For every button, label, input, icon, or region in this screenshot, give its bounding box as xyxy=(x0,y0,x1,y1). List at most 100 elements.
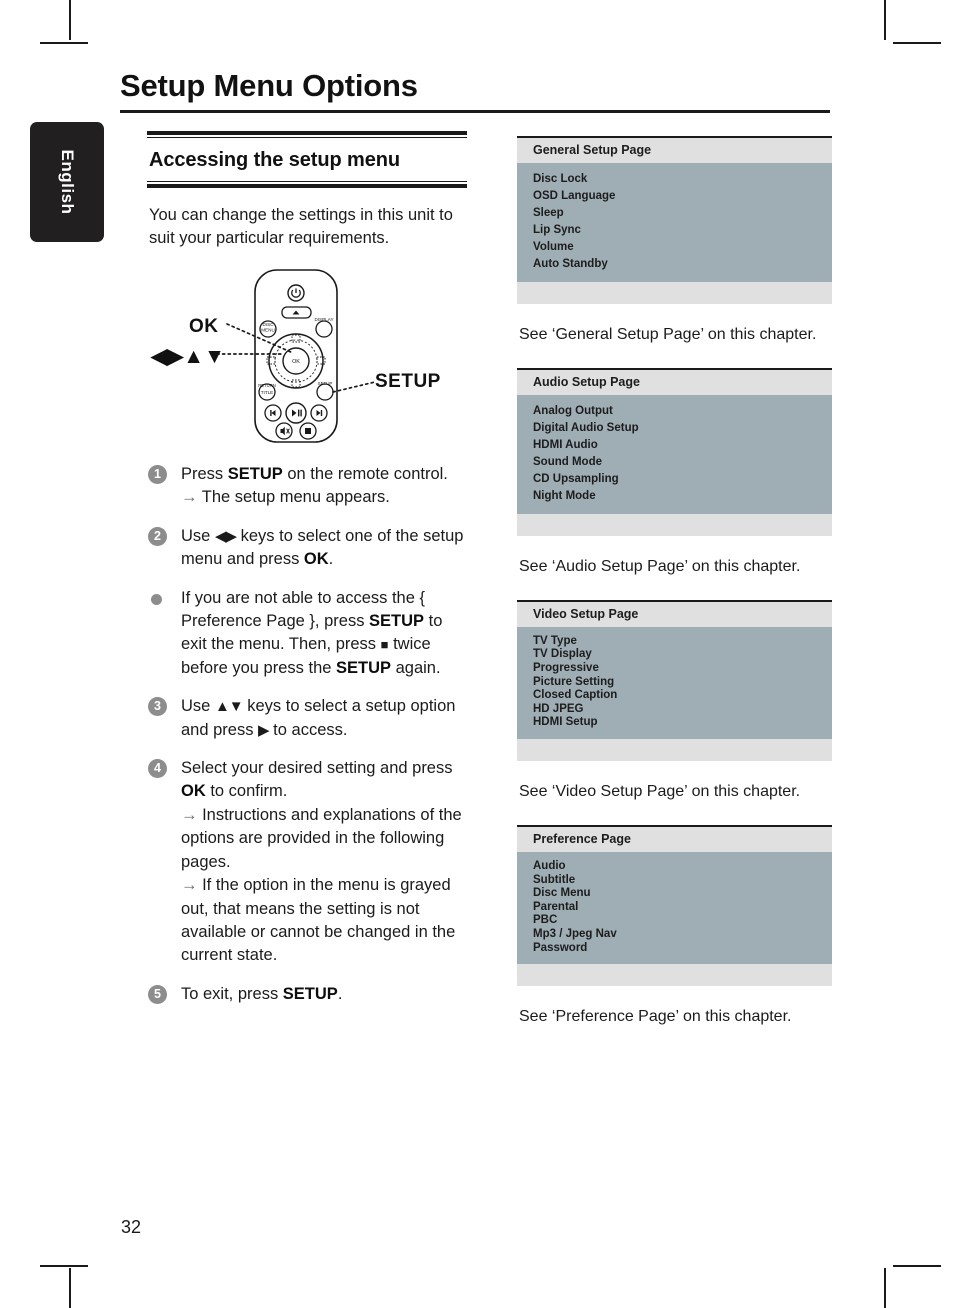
page-number: 32 xyxy=(121,1217,142,1237)
callout-setup: SETUP xyxy=(375,370,441,392)
osd-panel-caption: See ‘Video Setup Page’ on this chapter. xyxy=(519,783,801,801)
osd-menu-item[interactable]: HDMI Setup xyxy=(533,716,832,730)
instruction-steps: 1 Press SETUP on the remote control. → The… xyxy=(147,463,467,1006)
osd-menu-item[interactable]: Picture Setting xyxy=(533,675,832,689)
svg-text:MENU: MENU xyxy=(261,327,275,332)
osd-menu-item[interactable]: Disc Lock xyxy=(533,170,832,187)
osd-panel-title: Audio Setup Page xyxy=(517,370,832,395)
osd-menu-item[interactable]: TV Type xyxy=(533,634,832,648)
crop-mark-bottom-right-horizontal xyxy=(893,1265,941,1267)
osd-menu-item[interactable]: Sleep xyxy=(533,204,832,221)
osd-panel-title: General Setup Page xyxy=(517,138,832,163)
callout-navigation: ◀▶▲▼ xyxy=(151,344,225,368)
osd-menu-item[interactable]: Password xyxy=(533,941,832,955)
osd-menu-item[interactable]: Digital Audio Setup xyxy=(533,419,832,436)
osd-menu-item[interactable]: Closed Caption xyxy=(533,688,832,702)
step-number-marker: 1 xyxy=(148,464,167,484)
section-heading-rule-top-thick xyxy=(147,131,467,135)
left-column: Accessing the setup menu You can change … xyxy=(147,131,467,1021)
osd-panel-footer xyxy=(517,282,832,304)
osd-panel-footer xyxy=(517,514,832,536)
osd-panel-title: Preference Page xyxy=(517,827,832,853)
osd-menu-item[interactable]: HD JPEG xyxy=(533,702,832,716)
nav-left-key xyxy=(266,356,276,365)
osd-panel-caption: See ‘Audio Setup Page’ on this chapter. xyxy=(519,558,801,575)
instruction-step: If you are not able to access the { Pref… xyxy=(148,587,467,681)
crop-mark-top-left-vertical xyxy=(69,0,71,40)
osd-menu-item[interactable]: Progressive xyxy=(533,661,832,675)
nav-right-key xyxy=(316,356,326,365)
step-line: Use ◀▶ keys to select one of the setup m… xyxy=(181,526,464,569)
osd-panel: Audio Setup Page Analog Output Digital Aud… xyxy=(517,368,832,536)
language-tab-label: English xyxy=(58,149,77,215)
osd-menu-item[interactable]: CD Upsampling xyxy=(533,470,832,487)
instruction-step: 1 Press SETUP on the remote control. → The… xyxy=(148,463,467,510)
osd-panel-item-list: Audio Subtitle Disc Menu Parental PBC Mp3 / J… xyxy=(517,852,832,965)
step-line: Use ▲▼ keys to select a setup option and… xyxy=(181,697,456,739)
instruction-step: 4 Select your desired setting and press O… xyxy=(148,757,467,968)
osd-panel-item-list: TV Type TV Display Progressive Picture Sett… xyxy=(517,627,832,740)
osd-menu-item[interactable]: TV Display xyxy=(533,648,832,662)
crop-mark-bottom-left-horizontal xyxy=(40,1265,88,1267)
osd-menu-item[interactable]: Volume xyxy=(533,238,832,255)
osd-menu-item[interactable]: Lip Sync xyxy=(533,221,832,238)
step-number-marker: 3 xyxy=(148,697,167,717)
step-line: → The setup menu appears. xyxy=(181,488,390,507)
osd-menu-item[interactable]: Disc Menu xyxy=(533,886,832,900)
osd-menu-item[interactable]: Auto Standby xyxy=(533,255,832,272)
language-tab: English xyxy=(30,122,104,242)
svg-text:DISPLAY: DISPLAY xyxy=(314,317,333,322)
right-column: General Setup Page Disc Lock OSD Language S… xyxy=(517,136,832,1026)
osd-panel-caption: See ‘Preference Page’ on this chapter. xyxy=(519,1008,792,1026)
instruction-step: 5 To exit, press SETUP. xyxy=(148,983,467,1006)
page-title-rule xyxy=(120,110,830,113)
osd-panel: General Setup Page Disc Lock OSD Language S… xyxy=(517,136,832,304)
step-line: → If the option in the menu is grayed ou… xyxy=(181,876,456,965)
osd-panel-item-list: Analog Output Digital Audio Setup HDMI Aud… xyxy=(517,395,832,514)
svg-text:OK: OK xyxy=(292,359,300,365)
osd-menu-item[interactable]: HDMI Audio xyxy=(533,436,832,453)
osd-menu-item[interactable]: Sound Mode xyxy=(533,453,832,470)
svg-text:RETURN: RETURN xyxy=(258,383,275,388)
callout-ok: OK xyxy=(189,315,219,337)
step-number-marker: 4 xyxy=(148,759,167,779)
svg-text:SETUP: SETUP xyxy=(318,381,333,386)
remote-body xyxy=(254,269,338,443)
instruction-step: 2 Use ◀▶ keys to select one of the setup … xyxy=(148,525,467,572)
osd-menu-item[interactable]: Parental xyxy=(533,900,832,914)
osd-panel-item-list: Disc Lock OSD Language Sleep Lip Sync Volume… xyxy=(517,163,832,282)
osd-menu-item[interactable]: Audio xyxy=(533,859,832,873)
step-line: Select your desired setting and press OK… xyxy=(181,759,453,801)
crop-mark-top-right-horizontal xyxy=(893,42,941,44)
display-button xyxy=(315,320,333,338)
svg-text:DISC: DISC xyxy=(263,322,275,327)
osd-panel: Preference Page Audio Subtitle Disc Menu Par… xyxy=(517,825,832,987)
osd-panel-caption: See ‘General Setup Page’ on this chapter… xyxy=(519,326,817,343)
setup-button xyxy=(316,383,334,401)
osd-panel-footer xyxy=(517,964,832,987)
osd-menu-item[interactable]: PBC xyxy=(533,914,832,928)
step-line: To exit, press SETUP. xyxy=(181,984,343,1003)
section-heading: Accessing the setup menu xyxy=(149,149,400,171)
step-line: Press SETUP on the remote control. xyxy=(181,464,448,483)
osd-panel: Video Setup Page TV Type TV Display Progres… xyxy=(517,600,832,762)
osd-menu-item[interactable]: OSD Language xyxy=(533,187,832,204)
step-bullet-marker xyxy=(151,593,162,605)
osd-panel-footer xyxy=(517,739,832,762)
page-title: Setup Menu Options xyxy=(120,68,418,103)
crop-mark-bottom-left-vertical xyxy=(69,1268,71,1308)
osd-menu-item[interactable]: Subtitle xyxy=(533,873,832,887)
osd-menu-item[interactable]: Night Mode xyxy=(533,487,832,504)
nav-down-key xyxy=(291,379,301,388)
osd-menu-item[interactable]: Analog Output xyxy=(533,402,832,419)
osd-menu-item[interactable]: Mp3 / Jpeg Nav xyxy=(533,927,832,941)
svg-text:TITLE: TITLE xyxy=(261,390,274,395)
section-heading-rule-bottom-thick xyxy=(147,184,467,188)
remote-control-illustration: DISC MENU DISPLAY OK RETURN TITLE SETUP xyxy=(147,265,467,447)
intro-paragraph: You can change the settings in this unit… xyxy=(149,206,453,248)
crop-mark-top-right-vertical xyxy=(884,0,886,40)
instruction-step: 3 Use ▲▼ keys to select a setup option an… xyxy=(148,695,467,742)
step-number-marker: 5 xyxy=(148,984,167,1004)
eject-icon xyxy=(292,310,300,315)
step-number-marker: 2 xyxy=(148,526,167,546)
